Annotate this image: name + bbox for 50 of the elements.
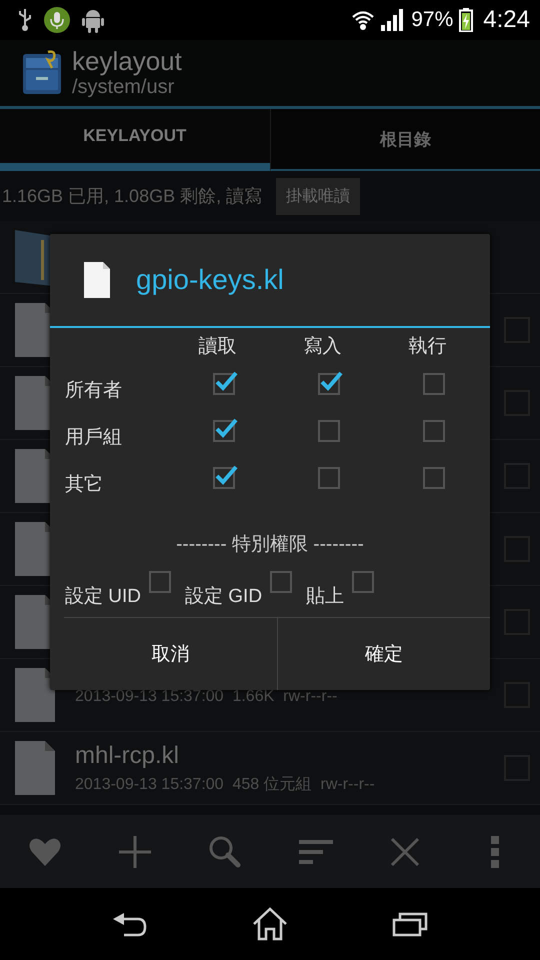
back-icon[interactable] bbox=[112, 911, 148, 937]
checkbox[interactable] bbox=[318, 372, 340, 394]
checkbox[interactable] bbox=[149, 571, 171, 593]
dialog-button[interactable]: 確定 bbox=[276, 618, 490, 690]
usb-icon bbox=[18, 8, 32, 32]
row-label: 用戶組 bbox=[65, 426, 123, 450]
column-header: 執行 bbox=[408, 335, 448, 359]
microphone-icon bbox=[44, 7, 70, 33]
checkbox[interactable] bbox=[318, 466, 340, 488]
file-name: mhl-rcp.kl bbox=[75, 742, 180, 770]
file-icon bbox=[84, 262, 110, 298]
file-icon bbox=[15, 668, 55, 722]
checkbox[interactable] bbox=[352, 571, 374, 593]
recent-apps-icon[interactable] bbox=[392, 911, 428, 937]
file-row[interactable]: mhl-rcp.kl 2013-09-13 15:37:00 458 位元組 rw-r--r-- bbox=[0, 732, 540, 805]
clock-time: 4:24 bbox=[483, 6, 530, 34]
battery-percentage: 97% bbox=[411, 8, 454, 32]
checkbox-label: 設定 GID bbox=[185, 585, 262, 609]
tab[interactable]: 根目錄 bbox=[270, 109, 540, 171]
checkbox[interactable] bbox=[318, 420, 340, 442]
column-header: 寫入 bbox=[302, 335, 342, 359]
folder-path: /system/usr bbox=[72, 76, 176, 99]
plus-icon[interactable] bbox=[117, 834, 153, 870]
checkbox[interactable] bbox=[422, 466, 444, 488]
storage-info: 1.16GB 已用, 1.08GB 剩餘, 讀寫 bbox=[2, 185, 262, 208]
checkbox[interactable] bbox=[422, 372, 444, 394]
checkbox[interactable] bbox=[212, 466, 234, 488]
wifi-icon bbox=[351, 9, 376, 31]
checkbox[interactable] bbox=[212, 420, 234, 442]
column-header: 讀取 bbox=[198, 335, 238, 359]
checkbox[interactable] bbox=[270, 571, 292, 593]
folder-title: keylayout bbox=[72, 47, 182, 75]
file-cabinet-icon[interactable] bbox=[22, 50, 62, 96]
file-details: 2013-09-13 15:37:00 1.66K rw-r--r-- bbox=[75, 688, 338, 706]
dialog-title: gpio-keys.kl bbox=[136, 264, 284, 296]
home-icon[interactable] bbox=[252, 907, 288, 941]
row-label: 其它 bbox=[65, 473, 104, 497]
checkbox[interactable] bbox=[212, 372, 234, 394]
search-icon[interactable] bbox=[207, 834, 243, 870]
file-details: 2013-09-13 15:37:00 458 位元組 rw-r--r-- bbox=[75, 774, 376, 794]
checkbox-label: 設定 UID bbox=[65, 585, 141, 609]
signal-icon bbox=[381, 9, 406, 31]
battery-charging-icon bbox=[459, 8, 474, 32]
section-heading: -------- 特別權限 -------- bbox=[176, 533, 364, 557]
android-icon bbox=[82, 7, 104, 33]
file-icon bbox=[15, 741, 55, 795]
checkbox-label: 貼上 bbox=[306, 585, 344, 609]
row-label: 所有者 bbox=[65, 379, 123, 403]
mount-read-only-button[interactable]: 掛載唯讀 bbox=[276, 178, 360, 214]
checkbox[interactable] bbox=[422, 420, 444, 442]
